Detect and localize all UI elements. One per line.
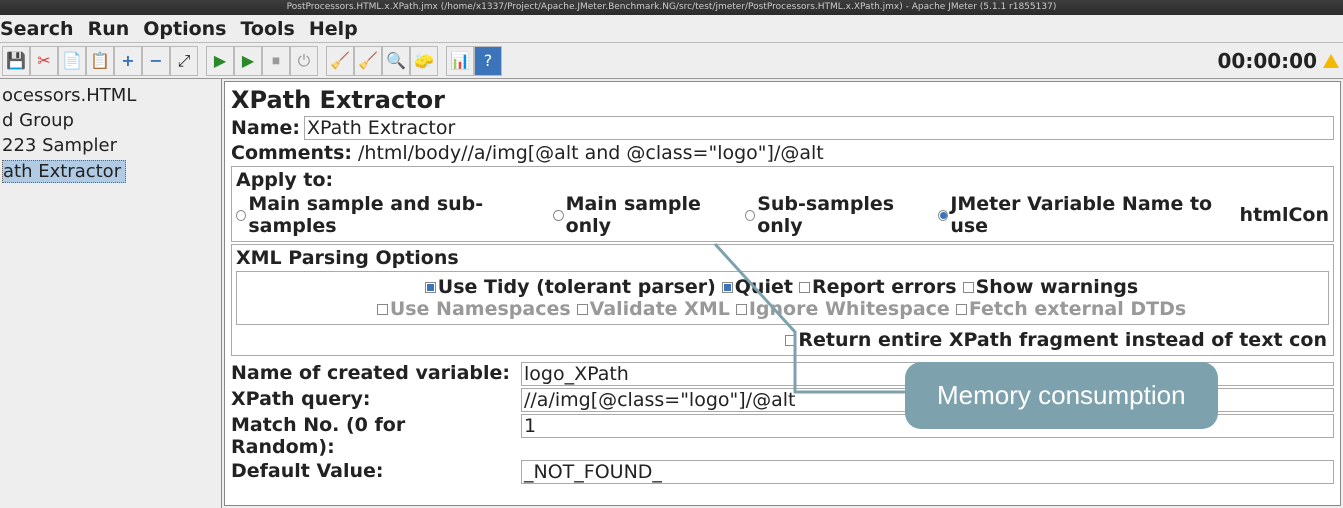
paste-icon[interactable]: 📋 — [86, 46, 114, 76]
menu-run[interactable]: Run — [88, 18, 130, 40]
check-fetch-dtds: Fetch external DTDs — [956, 298, 1186, 320]
shutdown-icon[interactable]: ⏻ — [290, 46, 318, 76]
check-use-namespaces: Use Namespaces — [377, 298, 571, 320]
name-label: Name: — [231, 117, 300, 139]
tree-item-selected[interactable]: ath Extractor — [2, 160, 126, 183]
add-icon[interactable]: + — [114, 46, 142, 76]
editor-panel: XPath Extractor Name: XPath Extractor Co… — [224, 81, 1341, 506]
start-icon[interactable]: ▶ — [206, 46, 234, 76]
menu-tools[interactable]: Tools — [241, 18, 295, 40]
tree-item[interactable]: 223 Sampler — [0, 133, 221, 158]
comments-label: Comments: — [231, 142, 352, 164]
check-return-fragment[interactable]: Return entire XPath fragment instead of … — [785, 329, 1327, 351]
start-no-timers-icon[interactable]: ▶ — [234, 46, 262, 76]
help-icon[interactable]: ? — [474, 46, 502, 76]
expand-icon[interactable]: ⤢ — [170, 46, 198, 76]
jmeter-var-input[interactable]: htmlCon — [1240, 204, 1329, 226]
tree-item[interactable]: ocessors.HTML — [0, 83, 221, 108]
apply-to-label: Apply to: — [236, 169, 1329, 191]
default-label: Default Value: — [231, 460, 521, 484]
comments-input[interactable]: /html/body//a/img[@alt and @class="logo"… — [356, 142, 1334, 164]
stop-icon[interactable]: ⏹ — [262, 46, 290, 76]
radio-main-only[interactable]: Main sample only — [553, 193, 739, 237]
copy-icon[interactable]: 📄 — [58, 46, 86, 76]
name-input[interactable]: XPath Extractor — [304, 116, 1334, 140]
clear-all-icon[interactable]: 🧹 — [354, 46, 382, 76]
radio-sub-only[interactable]: Sub-samples only — [745, 193, 932, 237]
timer: 00:00:00 — [1218, 49, 1340, 73]
tree-item[interactable]: d Group — [0, 108, 221, 133]
warning-icon — [1323, 54, 1339, 68]
window-titlebar: PostProcessors.HTML.x.XPath.jmx (/home/x… — [0, 0, 1343, 15]
cut-icon[interactable]: ✂ — [30, 46, 58, 76]
apply-to-section: Apply to: Main sample and sub-samples Ma… — [231, 166, 1334, 242]
varname-label: Name of created variable: — [231, 362, 521, 386]
timer-value: 00:00:00 — [1218, 49, 1318, 73]
check-use-tidy[interactable]: Use Tidy (tolerant parser) — [425, 276, 716, 298]
reset-search-icon[interactable]: 🧽 — [410, 46, 438, 76]
check-quiet[interactable]: Quiet — [722, 276, 793, 298]
xpath-label: XPath query: — [231, 388, 521, 412]
menu-options[interactable]: Options — [143, 18, 226, 40]
callout-badge: Memory consumption — [905, 362, 1218, 429]
check-show-warnings[interactable]: Show warnings — [963, 276, 1139, 298]
check-report-errors[interactable]: Report errors — [799, 276, 957, 298]
xml-parsing-section: XML Parsing Options Use Tidy (tolerant p… — [231, 244, 1334, 356]
clear-icon[interactable]: 🧹 — [326, 46, 354, 76]
radio-jmeter-var[interactable]: JMeter Variable Name to use — [938, 193, 1234, 237]
menu-search[interactable]: Search — [0, 18, 74, 40]
default-input[interactable]: _NOT_FOUND_ — [521, 460, 1334, 484]
remove-icon[interactable]: − — [142, 46, 170, 76]
check-validate-xml: Validate XML — [577, 298, 730, 320]
function-helper-icon[interactable]: 📊 — [446, 46, 474, 76]
radio-main-and-sub[interactable]: Main sample and sub-samples — [236, 193, 547, 237]
xml-parsing-label: XML Parsing Options — [236, 247, 1329, 269]
menubar: Search Run Options Tools Help — [0, 15, 1343, 43]
toolbar: 💾 ✂ 📄 📋 + − ⤢ ▶ ▶ ⏹ ⏻ 🧹 🧹 🔍 🧽 📊 ? 00:00:… — [0, 43, 1343, 79]
menu-help[interactable]: Help — [309, 18, 358, 40]
test-plan-tree[interactable]: ocessors.HTML d Group 223 Sampler ath Ex… — [0, 79, 222, 508]
search-icon[interactable]: 🔍 — [382, 46, 410, 76]
save-icon[interactable]: 💾 — [2, 46, 30, 76]
matchno-label: Match No. (0 for Random): — [231, 414, 521, 458]
panel-title: XPath Extractor — [231, 86, 1334, 114]
check-ignore-whitespace: Ignore Whitespace — [736, 298, 950, 320]
